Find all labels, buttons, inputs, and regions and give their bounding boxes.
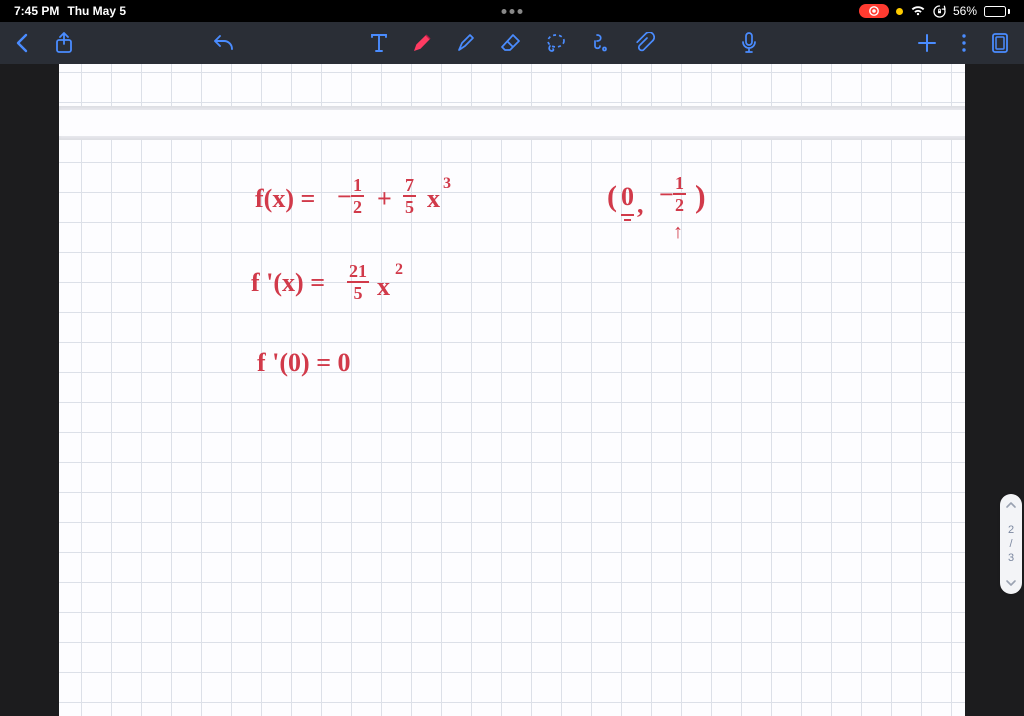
eq2-x: x (377, 274, 390, 300)
status-date: Thu May 5 (67, 4, 126, 18)
status-time: 7:45 PM (14, 4, 59, 18)
pt-arrow: ↑ (673, 222, 683, 242)
multitask-dots[interactable] (502, 9, 523, 14)
highlighter-tool-button[interactable] (455, 32, 477, 54)
handwritten-content: f(x) = − 1 2 + 7 5 x 3 ( 0 , − 1 2 ) ↑ (59, 64, 965, 716)
lasso-tool-button[interactable] (545, 32, 567, 54)
page-down-icon[interactable] (1005, 578, 1017, 588)
eq1-fx: f(x) = (255, 186, 315, 212)
battery-icon (984, 6, 1010, 17)
share-button[interactable] (54, 32, 74, 54)
eq2-21-5: 21 5 (347, 262, 369, 302)
status-bar: 7:45 PM Thu May 5 56% (0, 0, 1024, 22)
wifi-icon (910, 5, 926, 17)
eq1-seven-fifths: 7 5 (403, 176, 416, 216)
microphone-button[interactable] (740, 31, 758, 55)
canvas-area[interactable]: f(x) = − 1 2 + 7 5 x 3 ( 0 , − 1 2 ) ↑ (0, 64, 1024, 716)
eq2-sq: 2 (395, 262, 403, 278)
mic-in-use-dot (896, 8, 903, 15)
undo-button[interactable] (210, 33, 236, 53)
pt-close: ) (695, 180, 706, 212)
pt-zero: 0 (621, 182, 634, 211)
text-tool-button[interactable] (369, 32, 389, 54)
back-button[interactable] (14, 32, 30, 54)
eq3: f '(0) = 0 (257, 350, 351, 376)
eq1-cubed: 3 (443, 176, 451, 192)
orientation-lock-icon (933, 5, 946, 18)
add-button[interactable] (916, 32, 938, 54)
notebook-page[interactable]: f(x) = − 1 2 + 7 5 x 3 ( 0 , − 1 2 ) ↑ (59, 64, 965, 716)
page-number-readout: 2/3 (1008, 523, 1014, 566)
pt-half: 1 2 (673, 174, 686, 214)
shapes-tool-button[interactable] (589, 32, 611, 54)
attachment-tool-button[interactable] (633, 32, 655, 54)
app-toolbar (0, 22, 1024, 64)
pages-button[interactable] (990, 32, 1010, 54)
eq1-neg: − (337, 184, 352, 210)
pt-neg: − (659, 182, 674, 208)
screen-recording-indicator[interactable] (859, 4, 889, 18)
page-up-icon[interactable] (1005, 500, 1017, 510)
more-options-button[interactable] (960, 32, 968, 54)
eq1-plus: + (377, 186, 392, 212)
battery-percentage: 56% (953, 4, 977, 18)
pen-tool-button[interactable] (411, 32, 433, 54)
page-indicator[interactable]: 2/3 (1000, 494, 1022, 594)
eq1-x: x (427, 186, 440, 212)
pt-comma: , (637, 192, 644, 218)
eq1-half: 1 2 (351, 176, 364, 216)
eraser-tool-button[interactable] (499, 32, 523, 54)
eq2-fprimex: f '(x) = (251, 270, 325, 296)
pt-open: ( (607, 182, 617, 212)
